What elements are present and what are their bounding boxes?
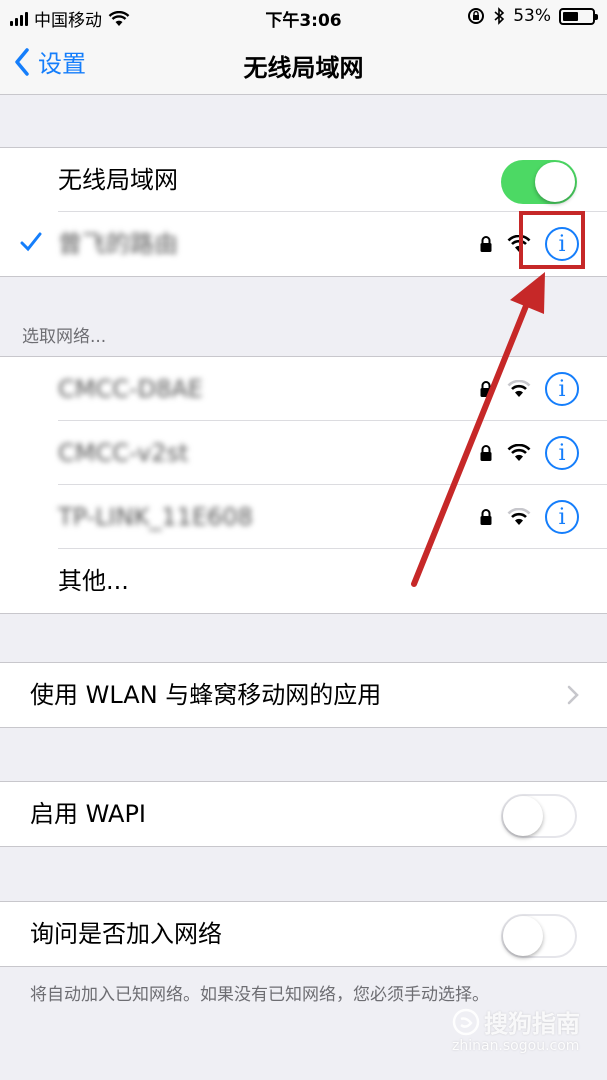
wifi-toggle-row: 无线局域网: [0, 148, 607, 212]
networks-group: CMCC-D8AE i CMCC-v2st i TP-LINK_11E608 i…: [0, 356, 607, 614]
orientation-lock-icon: [468, 8, 485, 24]
ask-join-row: 询问是否加入网络: [0, 902, 607, 966]
lock-icon: [480, 236, 492, 252]
sogou-logo-icon: [452, 1008, 480, 1035]
network-icons: i: [479, 421, 579, 485]
info-button[interactable]: i: [545, 372, 579, 406]
network-name: CMCC-D8AE: [58, 375, 203, 403]
network-name: CMCC-v2st: [58, 439, 189, 467]
lock-icon: [480, 381, 492, 397]
ask-join-group: 询问是否加入网络: [0, 901, 607, 967]
toggle-knob: [503, 796, 543, 836]
toggle-knob: [535, 162, 575, 202]
checkmark-icon: [20, 232, 42, 252]
wapi-group: 启用 WAPI: [0, 781, 607, 847]
network-icons: i: [479, 485, 579, 549]
network-row[interactable]: CMCC-D8AE i: [0, 357, 607, 421]
wlan-apps-label: 使用 WLAN 与蜂窝移动网的应用: [30, 681, 382, 709]
wifi-group: 无线局域网 曾飞的路由 i: [0, 147, 607, 277]
wifi-toggle[interactable]: [501, 160, 577, 204]
ask-join-label: 询问是否加入网络: [30, 920, 222, 948]
network-row[interactable]: CMCC-v2st i: [0, 421, 607, 485]
wapi-row: 启用 WAPI: [0, 782, 607, 846]
network-row[interactable]: TP-LINK_11E608 i: [0, 485, 607, 549]
status-right: 53%: [467, 6, 598, 26]
wapi-label: 启用 WAPI: [30, 800, 147, 828]
wifi-strength-icon: [507, 380, 531, 397]
wifi-strength-icon: [507, 508, 531, 525]
network-icons: i: [479, 357, 579, 421]
battery-icon: [559, 7, 598, 25]
info-button[interactable]: i: [545, 500, 579, 534]
footer-note: 将自动加入已知网络。如果没有已知网络，您必须手动选择。: [30, 985, 489, 1005]
annotation-highlight-box: [519, 211, 585, 269]
battery-fill: [563, 11, 578, 21]
toggle-knob: [503, 916, 543, 956]
wifi-toggle-label: 无线局域网: [58, 166, 178, 194]
status-bar: 中国移动 下午3:06 53%: [0, 0, 607, 32]
wifi-strength-icon: [507, 444, 531, 461]
ask-join-toggle[interactable]: [501, 914, 577, 958]
watermark: 搜狗指南: [452, 1004, 580, 1039]
lock-icon: [480, 509, 492, 525]
connected-network-name: 曾飞的路由: [58, 230, 178, 258]
page-title: 无线局域网: [243, 54, 364, 82]
nav-bar: 设置 无线局域网: [0, 32, 607, 95]
chevron-right-icon: [567, 685, 579, 705]
other-network-label: 其他...: [58, 567, 129, 595]
lock-icon: [480, 445, 492, 461]
watermark-text: 搜狗指南: [484, 1010, 580, 1038]
watermark-url: zhinan.sogou.com: [452, 1038, 580, 1054]
network-name: TP-LINK_11E608: [58, 503, 253, 531]
battery-percent: 53%: [513, 6, 551, 26]
bluetooth-icon: [494, 7, 505, 25]
wapi-toggle[interactable]: [501, 794, 577, 838]
other-network-row[interactable]: 其他...: [0, 549, 607, 613]
wlan-apps-row[interactable]: 使用 WLAN 与蜂窝移动网的应用: [0, 663, 607, 727]
choose-network-header: 选取网络...: [22, 327, 107, 347]
connected-network-row[interactable]: 曾飞的路由 i: [0, 212, 607, 276]
wlan-apps-group: 使用 WLAN 与蜂窝移动网的应用: [0, 662, 607, 728]
info-button[interactable]: i: [545, 436, 579, 470]
